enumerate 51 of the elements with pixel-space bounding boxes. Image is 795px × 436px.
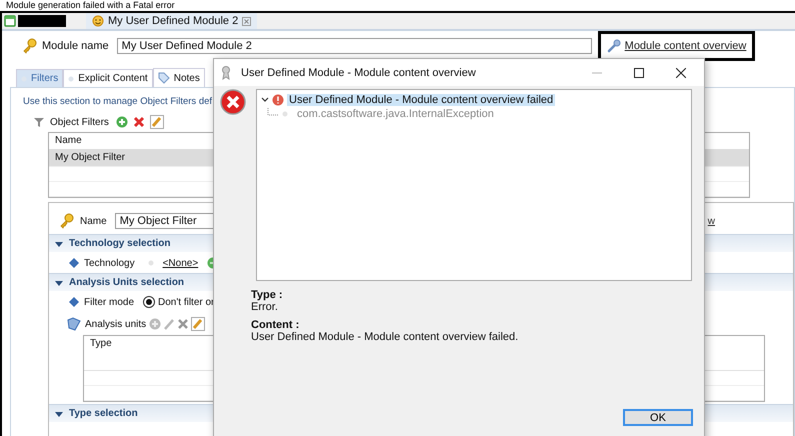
dot-icon (282, 111, 288, 117)
tab[interactable]: Notes (152, 68, 205, 87)
info-label: Content : (251, 319, 300, 331)
technology-link[interactable]: <None> (162, 258, 198, 268)
delete-icon[interactable] (132, 116, 145, 128)
smiley-icon (92, 15, 104, 27)
tag-icon (158, 72, 170, 84)
field-label: Module name (42, 40, 109, 52)
edit-icon (191, 317, 206, 331)
tab[interactable]: Filters (16, 69, 64, 87)
diamond-icon (69, 258, 79, 268)
edit-icon[interactable] (150, 115, 164, 129)
delete-icon (177, 318, 190, 330)
field-label: Filter mode (84, 296, 134, 308)
diamond-icon (69, 297, 79, 307)
error-icon (220, 89, 246, 115)
field-label: Name (80, 216, 107, 226)
dot-icon (68, 76, 74, 82)
wrench-icon (606, 39, 621, 53)
window-icon (4, 15, 16, 27)
tab[interactable]: Explicit Content (63, 69, 153, 87)
maximize-icon[interactable] (634, 68, 644, 78)
info-text: Error. (251, 301, 279, 313)
radio-option[interactable]: Don't filter or (143, 296, 214, 308)
redaction-block (18, 15, 66, 27)
tree-item[interactable]: User Defined Module - Module content overview failed (287, 94, 556, 106)
tab-title: My User Defined Module 2 (108, 15, 238, 27)
pencil-icon (163, 318, 176, 330)
dialog-title: User Defined Module - Module content overview (241, 66, 476, 78)
close-icon[interactable] (676, 68, 686, 78)
link-text[interactable]: w (708, 216, 715, 226)
module-name-field[interactable]: My User Defined Module 2 (116, 38, 592, 54)
caption-text: Module generation failed with a Fatal error (5, 0, 176, 11)
editor-tab[interactable]: My User Defined Module 2 (86, 13, 258, 29)
ribbon-icon (221, 66, 231, 80)
field-label: Technology (84, 258, 135, 268)
info-label: Type : (251, 289, 284, 301)
close-icon (242, 16, 252, 26)
field-label: Analysis units (85, 318, 146, 330)
error-icon (272, 94, 284, 106)
dot-icon (148, 260, 154, 266)
funnel-icon (33, 116, 45, 128)
description-text: Use this section to manage Object Filters def (23, 96, 212, 107)
collapse-icon (55, 410, 63, 418)
key-icon (59, 213, 75, 229)
ok-button[interactable]: OK (623, 409, 693, 426)
tree-item[interactable]: com.castsoftware.java.InternalException (295, 108, 496, 120)
collapse-icon (55, 240, 63, 248)
key-icon (22, 38, 38, 54)
section-label: Object Filters (50, 116, 109, 128)
collapse-icon (55, 278, 63, 286)
